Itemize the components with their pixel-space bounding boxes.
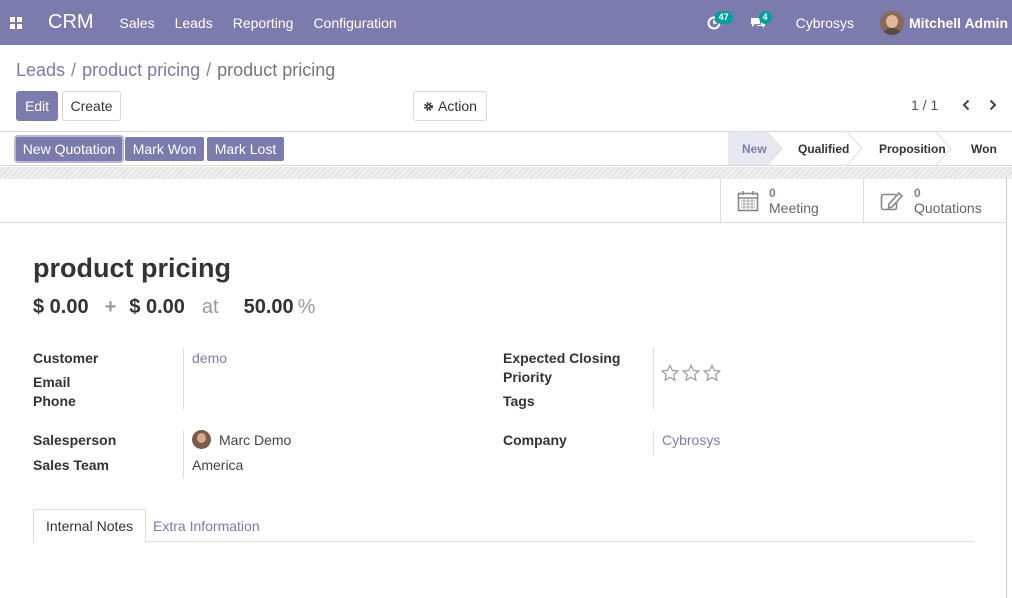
breadcrumb: Leads / product pricing / product pricin… <box>16 60 335 81</box>
salesperson-avatar <box>192 430 211 449</box>
top-navbar: CRM Sales Leads Reporting Configuration … <box>0 0 1012 45</box>
quotations-count: 0 <box>914 185 921 200</box>
quotations-smart-button[interactable]: 0 Quotations <box>863 179 1006 222</box>
tab-internal-notes[interactable]: Internal Notes <box>33 509 147 543</box>
menu-item-configuration[interactable]: Configuration <box>313 15 396 31</box>
chevron-right-icon <box>989 99 997 111</box>
star-icon[interactable] <box>682 364 700 382</box>
email-label: Email <box>33 374 71 390</box>
pager-value[interactable]: 1 / 1 <box>911 97 938 113</box>
priority-stars <box>661 364 721 382</box>
expected-closing-label: Expected Closing <box>503 350 621 366</box>
user-avatar[interactable] <box>879 10 904 35</box>
mark-won-button[interactable]: Mark Won <box>125 137 204 161</box>
pager-previous-button[interactable] <box>957 94 975 116</box>
salesperson-label: Salesperson <box>33 432 117 448</box>
stage-label: New <box>742 141 767 156</box>
field-divider <box>183 430 184 478</box>
form-statusbar: New Quotation Mark Won Mark Lost New Qua… <box>0 131 1012 166</box>
gear-icon <box>424 101 433 111</box>
meeting-label: Meeting <box>769 199 819 216</box>
sales-team-label: Sales Team <box>33 457 110 473</box>
customer-label: Customer <box>33 350 99 366</box>
mark-lost-button[interactable]: Mark Lost <box>207 137 284 161</box>
stage-proposition[interactable]: Proposition <box>862 132 952 165</box>
tab-extra-information[interactable]: Extra Information <box>141 509 272 542</box>
star-icon[interactable] <box>661 364 679 382</box>
percent-sign: % <box>297 296 316 318</box>
company-label: Company <box>503 432 567 448</box>
menu-item-reporting[interactable]: Reporting <box>233 15 294 31</box>
meeting-smart-button[interactable]: 0 Meeting <box>720 179 863 222</box>
breadcrumb-current: product pricing <box>217 60 336 80</box>
message-count-badge: 4 <box>758 11 772 24</box>
edit-document-icon <box>880 191 904 210</box>
activity-menu[interactable]: 47 <box>702 0 733 45</box>
notebook-tabs: Internal Notes Extra Information <box>33 509 974 543</box>
plus-sign: + <box>104 296 117 318</box>
new-quotation-button[interactable]: New Quotation <box>16 137 122 161</box>
messaging-menu[interactable]: 4 <box>746 0 772 45</box>
pager-next-button[interactable] <box>984 94 1002 116</box>
app-name[interactable]: CRM <box>48 11 94 34</box>
expected-revenue: $ 0.00 <box>33 296 89 318</box>
probability-value: 50.00 <box>243 296 294 318</box>
company-link[interactable]: Cybrosys <box>662 432 720 448</box>
sales-team-value[interactable]: America <box>192 457 243 473</box>
breadcrumb-separator: / <box>71 60 77 80</box>
at-label: at <box>201 296 219 318</box>
priority-label: Priority <box>503 369 553 385</box>
customer-link[interactable]: demo <box>192 350 227 366</box>
breadcrumb-product-pricing[interactable]: product pricing <box>82 60 200 81</box>
apps-menu-icon[interactable] <box>0 0 32 45</box>
meeting-count: 0 <box>769 185 776 200</box>
quotations-label: Quotations <box>914 199 982 216</box>
stage-pipeline: New Qualified Proposition Won <box>728 132 1012 165</box>
revenue-line: $ 0.00 + $ 0.00 at 50.00 % <box>33 296 315 319</box>
edit-button[interactable]: Edit <box>16 91 58 121</box>
salesperson-value[interactable]: Marc Demo <box>219 432 291 448</box>
stage-won[interactable]: Won <box>951 132 1012 165</box>
breadcrumb-separator: / <box>206 60 212 80</box>
phone-label: Phone <box>33 393 76 409</box>
activity-count-badge: 47 <box>714 11 733 24</box>
menu-item-leads[interactable]: Leads <box>175 15 213 31</box>
create-button[interactable]: Create <box>62 91 121 121</box>
tags-label: Tags <box>503 393 535 409</box>
chevron-left-icon <box>962 99 970 111</box>
field-divider <box>653 430 654 455</box>
user-menu[interactable]: Mitchell Admin <box>909 15 1008 31</box>
action-button[interactable]: Action <box>413 91 487 121</box>
lead-title: product pricing <box>33 253 231 283</box>
field-divider <box>183 348 184 410</box>
calendar-icon <box>737 190 759 211</box>
star-icon[interactable] <box>703 364 721 382</box>
stage-label: Qualified <box>798 141 850 156</box>
button-box-divider <box>0 222 1007 223</box>
field-divider <box>653 348 654 410</box>
recurring-revenue: $ 0.00 <box>129 296 185 318</box>
stage-label: Won <box>971 141 997 156</box>
company-switcher[interactable]: Cybrosys <box>796 15 854 31</box>
stage-new[interactable]: New <box>728 132 783 165</box>
action-button-label: Action <box>438 98 477 114</box>
stage-qualified[interactable]: Qualified <box>782 132 863 165</box>
smart-button-box: 0 Meeting 0 Quotations <box>720 179 1006 222</box>
breadcrumb-leads[interactable]: Leads <box>16 60 65 81</box>
menu-item-sales[interactable]: Sales <box>120 15 155 31</box>
form-background <box>0 167 1012 179</box>
